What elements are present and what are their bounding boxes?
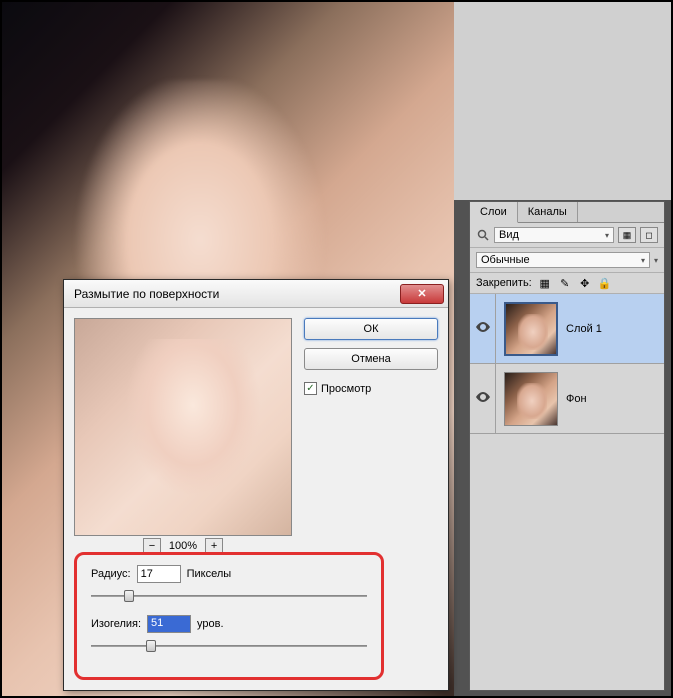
layer-item[interactable]: Слой 1 <box>470 294 664 364</box>
slider-track-line <box>91 645 367 647</box>
tab-channels[interactable]: Каналы <box>518 202 578 222</box>
visibility-toggle[interactable] <box>470 294 496 363</box>
eye-icon <box>476 392 490 405</box>
preview-checkbox[interactable]: ✓ <box>304 382 317 395</box>
lock-row: Закрепить: ▦ ✎ ✥ 🔒 <box>470 273 664 294</box>
threshold-label: Изогелия: <box>91 618 141 630</box>
threshold-slider[interactable] <box>91 639 367 653</box>
threshold-input[interactable]: 51 <box>147 615 191 633</box>
lock-move-icon[interactable]: ✥ <box>578 276 592 290</box>
dialog-title: Размытие по поверхности <box>74 287 400 301</box>
dialog-titlebar[interactable]: Размытие по поверхности ✕ <box>64 280 448 308</box>
lock-brush-icon[interactable]: ✎ <box>558 276 572 290</box>
radius-group: Радиус: Пикселы <box>91 565 367 603</box>
chevron-down-icon: ▾ <box>605 231 609 240</box>
close-button[interactable]: ✕ <box>400 284 444 304</box>
radius-slider-thumb[interactable] <box>124 590 134 602</box>
filter-row: Вид ▾ ▦ ◻ <box>470 223 664 248</box>
zoom-value: 100% <box>169 540 197 552</box>
search-icon <box>476 228 490 242</box>
visibility-toggle[interactable] <box>470 364 496 433</box>
preview-image[interactable] <box>74 318 292 536</box>
threshold-group: Изогелия: 51 уров. <box>91 615 367 653</box>
lock-all-icon[interactable]: 🔒 <box>598 276 612 290</box>
close-icon: ✕ <box>417 287 426 300</box>
layer-thumbnail[interactable] <box>504 372 558 426</box>
dialog-body: − 100% + ОК Отмена ✓ Просмотр <box>64 308 448 564</box>
layers-list: Слой 1 Фон <box>470 294 664 434</box>
highlight-callout: Радиус: Пикселы Изогелия: 51 уров. <box>74 552 384 680</box>
radius-slider[interactable] <box>91 589 367 603</box>
dialog-controls: ОК Отмена ✓ Просмотр <box>304 318 438 554</box>
lock-label: Закрепить: <box>476 277 532 289</box>
blendmode-dropdown[interactable]: Обычные ▾ <box>476 252 650 268</box>
threshold-slider-thumb[interactable] <box>146 640 156 652</box>
chevron-down-icon: ▾ <box>641 256 645 265</box>
threshold-unit: уров. <box>197 618 224 630</box>
tab-layers[interactable]: Слои <box>470 202 518 223</box>
workspace-bg <box>454 0 673 200</box>
cancel-button[interactable]: Отмена <box>304 348 438 370</box>
panel-tabs: Слои Каналы <box>470 202 664 223</box>
radius-input[interactable] <box>137 565 181 583</box>
radius-unit: Пикселы <box>187 568 232 580</box>
layer-thumbnail[interactable] <box>504 302 558 356</box>
layer-name[interactable]: Фон <box>566 393 664 405</box>
blendmode-value: Обычные <box>481 254 530 266</box>
blendmode-row: Обычные ▾ ▾ <box>470 248 664 273</box>
filter-blank-icon[interactable]: ◻ <box>640 227 658 243</box>
preview-checkbox-label: Просмотр <box>321 383 371 395</box>
layer-item[interactable]: Фон <box>470 364 664 434</box>
radius-label: Радиус: <box>91 568 131 580</box>
layers-panel: Слои Каналы Вид ▾ ▦ ◻ Обычные ▾ ▾ Закрепит… <box>469 201 665 691</box>
chevron-down-icon[interactable]: ▾ <box>654 256 658 265</box>
filter-dropdown[interactable]: Вид ▾ <box>494 227 614 243</box>
surface-blur-dialog: Размытие по поверхности ✕ − 100% + ОК От… <box>63 279 449 691</box>
layer-name[interactable]: Слой 1 <box>566 323 664 335</box>
filter-image-icon[interactable]: ▦ <box>618 227 636 243</box>
lock-pixels-icon[interactable]: ▦ <box>538 276 552 290</box>
preview-checkbox-row: ✓ Просмотр <box>304 382 438 395</box>
eye-icon <box>476 322 490 335</box>
ok-button[interactable]: ОК <box>304 318 438 340</box>
filter-label: Вид <box>499 229 519 241</box>
